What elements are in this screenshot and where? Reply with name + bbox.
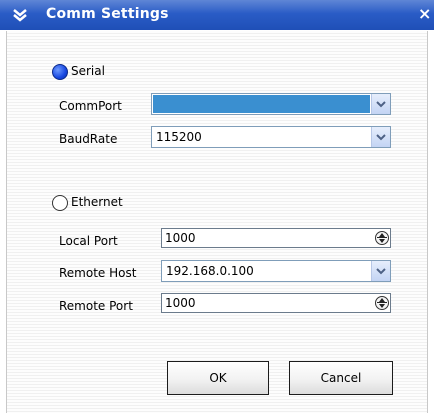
cancel-button[interactable]: Cancel: [289, 361, 393, 395]
chevron-down-icon[interactable]: [371, 127, 390, 147]
commport-label: CommPort: [59, 99, 122, 113]
baudrate-dropdown[interactable]: 115200: [151, 126, 391, 148]
chevron-down-icon[interactable]: [371, 94, 390, 114]
spinner-updown-icon[interactable]: [375, 296, 389, 310]
chevron-down-icon[interactable]: [371, 261, 390, 281]
remote-host-dropdown[interactable]: 192.168.0.100: [161, 260, 391, 282]
remote-host-value: 192.168.0.100: [166, 264, 254, 278]
commport-selected-field: [153, 95, 370, 113]
remote-port-value: 1000: [165, 296, 196, 310]
title-bar[interactable]: Comm Settings ×: [0, 0, 434, 30]
remote-port-label: Remote Port: [59, 299, 133, 313]
remote-port-spinner[interactable]: 1000: [161, 293, 391, 313]
ethernet-radio-label: Ethernet: [71, 195, 123, 209]
local-port-label: Local Port: [59, 234, 118, 248]
close-icon[interactable]: ×: [418, 4, 431, 23]
ethernet-radio[interactable]: [52, 195, 68, 211]
local-port-value: 1000: [165, 231, 196, 245]
baudrate-value: 115200: [156, 130, 202, 144]
serial-radio-label: Serial: [71, 64, 105, 78]
commport-dropdown[interactable]: [151, 93, 391, 115]
window-title: Comm Settings: [46, 6, 169, 22]
baudrate-label: BaudRate: [59, 132, 118, 146]
remote-host-label: Remote Host: [59, 266, 137, 280]
spinner-updown-icon[interactable]: [375, 231, 389, 245]
local-port-spinner[interactable]: 1000: [161, 228, 391, 248]
window-menu-icon[interactable]: [12, 7, 28, 23]
ok-button[interactable]: OK: [167, 361, 269, 395]
serial-radio[interactable]: [52, 64, 68, 80]
settings-panel: Serial CommPort BaudRate 115200 Ethernet…: [6, 31, 428, 413]
